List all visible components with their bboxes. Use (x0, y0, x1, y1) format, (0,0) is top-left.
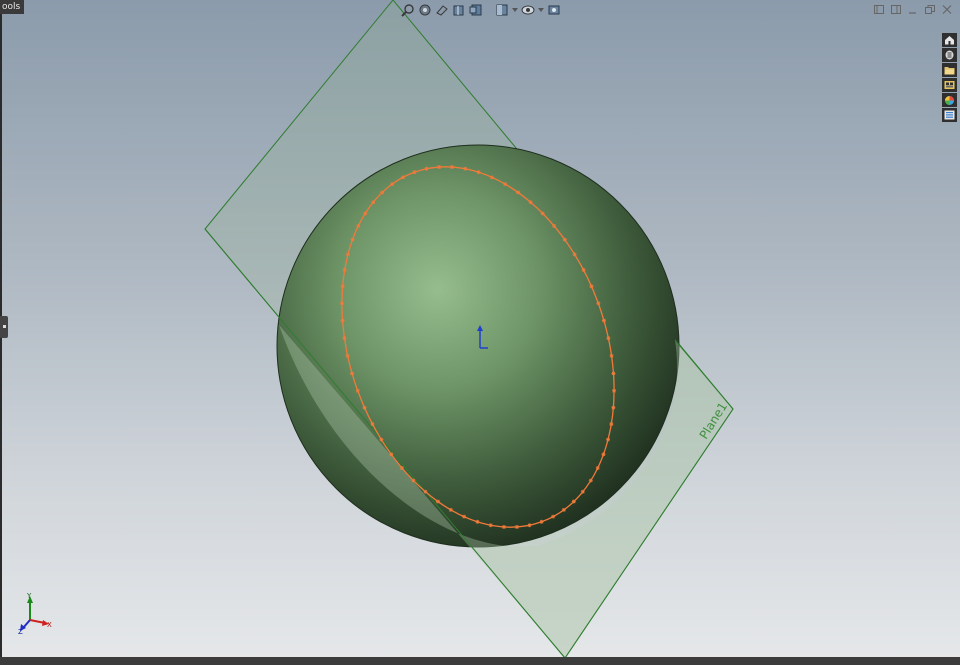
sketch-point[interactable] (561, 507, 566, 512)
window-controls (871, 3, 954, 16)
sketch-point[interactable] (528, 200, 533, 205)
sketch-point[interactable] (501, 524, 506, 529)
sketch-point[interactable] (362, 405, 367, 410)
sketch-point[interactable] (572, 252, 577, 257)
home-icon[interactable] (942, 33, 957, 47)
sketch-point[interactable] (581, 267, 586, 272)
sketch-point[interactable] (370, 422, 375, 427)
appearances-icon[interactable] (942, 93, 957, 107)
sketch-point[interactable] (435, 499, 440, 504)
view-orientation-icon[interactable] (494, 2, 510, 18)
sketch-point[interactable] (423, 489, 428, 494)
file-explorer-icon[interactable] (942, 63, 957, 77)
sketch-point[interactable] (448, 507, 453, 512)
sketch-point[interactable] (339, 301, 344, 306)
sketch-point[interactable] (606, 437, 611, 442)
sketch-point[interactable] (611, 405, 616, 410)
sketch-point[interactable] (363, 211, 368, 216)
close-icon[interactable] (939, 3, 954, 16)
triad-y-label: Y (26, 592, 32, 600)
sketch-point[interactable] (606, 336, 611, 341)
tile-horizontal-icon[interactable] (871, 3, 886, 16)
dynamic-annotation-icon[interactable] (468, 2, 484, 18)
triad-z-label: Z (18, 628, 23, 636)
chevron-down-icon[interactable] (511, 2, 519, 18)
sketch-point[interactable] (462, 514, 467, 519)
sketch-point[interactable] (390, 182, 395, 187)
task-pane-tabs (942, 33, 958, 122)
sketch-point[interactable] (340, 284, 345, 289)
view-palette-icon[interactable] (942, 78, 957, 92)
sketch-point[interactable] (350, 371, 355, 376)
sketch-point[interactable] (399, 466, 404, 471)
sketch-point[interactable] (437, 165, 442, 170)
sketch-point[interactable] (476, 170, 481, 175)
sketch-point[interactable] (340, 318, 345, 323)
sketch-point[interactable] (580, 489, 585, 494)
view-settings-icon[interactable] (546, 2, 562, 18)
sketch-point[interactable] (463, 166, 468, 171)
sketch-point[interactable] (571, 499, 576, 504)
custom-properties-icon[interactable] (942, 108, 957, 122)
restore-icon[interactable] (922, 3, 937, 16)
sketch-point[interactable] (503, 182, 508, 187)
design-library-icon[interactable] (942, 48, 957, 62)
sketch-point[interactable] (562, 237, 567, 242)
tools-menu-tab[interactable]: ools (0, 0, 25, 14)
sketch-point[interactable] (488, 523, 493, 528)
sketch-point[interactable] (424, 166, 429, 171)
sketch-point[interactable] (540, 211, 545, 216)
model-scene[interactable]: Plane1 Y X Z (0, 0, 960, 665)
sketch-point[interactable] (595, 466, 600, 471)
sketch-point[interactable] (527, 523, 532, 528)
sphere-body[interactable] (276, 144, 680, 548)
minimize-icon[interactable] (905, 3, 920, 16)
sketch-point[interactable] (514, 524, 519, 529)
sketch-point[interactable] (379, 437, 384, 442)
chevron-down-icon[interactable] (537, 2, 545, 18)
heads-up-view-toolbar (400, 2, 562, 18)
sketch-point[interactable] (450, 165, 455, 170)
sketch-point[interactable] (400, 175, 405, 180)
sketch-point[interactable] (342, 267, 347, 272)
sketch-point[interactable] (475, 519, 480, 524)
sketch-point[interactable] (601, 452, 606, 457)
tile-vertical-icon[interactable] (888, 3, 903, 16)
sketch-point[interactable] (611, 371, 616, 376)
sketch-point[interactable] (411, 478, 416, 483)
sketch-point[interactable] (601, 318, 606, 323)
sketch-point[interactable] (588, 478, 593, 483)
sketch-point[interactable] (609, 353, 614, 358)
sketch-point[interactable] (350, 237, 355, 242)
sketch-point[interactable] (380, 190, 385, 195)
status-bar-edge (0, 657, 960, 665)
sketch-point[interactable] (342, 336, 347, 341)
sketch-point[interactable] (552, 223, 557, 228)
sketch-point[interactable] (489, 175, 494, 180)
sketch-point[interactable] (412, 170, 417, 175)
sketch-point[interactable] (355, 388, 360, 393)
sketch-point[interactable] (356, 223, 361, 228)
sketch-point[interactable] (345, 353, 350, 358)
triad-x-label: X (47, 621, 52, 629)
sketch-point[interactable] (345, 252, 350, 257)
graphics-area[interactable]: Plane1 Y X Z ools (0, 0, 960, 665)
sketch-point[interactable] (539, 519, 544, 524)
previous-view-icon[interactable] (434, 2, 450, 18)
sketch-point[interactable] (596, 301, 601, 306)
sketch-point[interactable] (389, 452, 394, 457)
sketch-point[interactable] (612, 388, 617, 393)
zoom-area-icon[interactable] (417, 2, 433, 18)
display-style-icon[interactable] (520, 2, 536, 18)
sketch-point[interactable] (609, 422, 614, 427)
axis-triad: Y X Z (18, 592, 52, 636)
zoom-to-fit-icon[interactable] (400, 2, 416, 18)
sketch-point[interactable] (371, 200, 376, 205)
sketch-point[interactable] (516, 190, 521, 195)
section-view-icon[interactable] (451, 2, 467, 18)
sketch-point[interactable] (589, 284, 594, 289)
feature-manager-flyout-handle[interactable] (0, 316, 8, 338)
sketch-point[interactable] (551, 514, 556, 519)
